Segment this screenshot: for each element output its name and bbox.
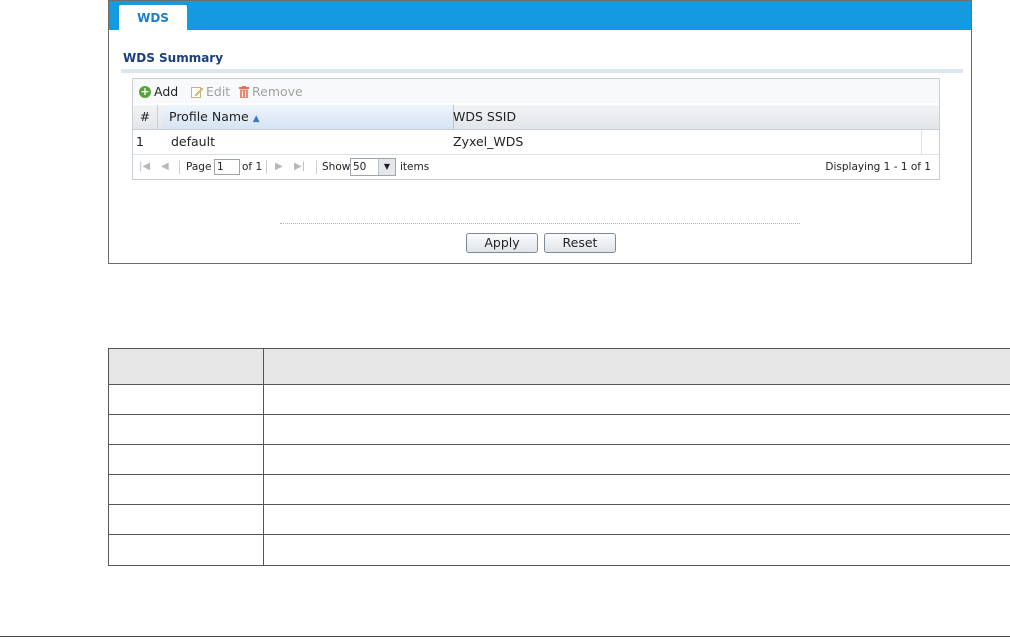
page-count-label: of 1: [242, 161, 263, 173]
wds-grid: + Add Edit Remove # Profile Name ▲ WDS S…: [132, 78, 940, 180]
grid-toolbar: + Add Edit Remove: [133, 79, 939, 103]
items-label: items: [400, 161, 430, 173]
tab-wds[interactable]: WDS: [119, 5, 187, 30]
page-number-input[interactable]: 1: [214, 159, 240, 175]
next-page-icon[interactable]: ▶: [275, 155, 283, 179]
pager-separator: [266, 160, 267, 174]
wds-panel: WDS WDS Summary + Add Edit Remove # Prof…: [108, 0, 972, 264]
section-title: WDS Summary: [123, 51, 224, 65]
tab-bar: WDS: [109, 1, 971, 30]
remove-button[interactable]: Remove: [239, 84, 303, 99]
show-label: Show: [322, 161, 351, 173]
button-divider: [280, 223, 800, 224]
row-wds-ssid: Zyxel_WDS: [453, 134, 524, 149]
grid-pager: |◀ ◀ Page 1 of 1 ▶ ▶| Show 50 ▼ items Di…: [133, 155, 939, 179]
page-size-select[interactable]: 50 ▼: [350, 158, 396, 176]
column-header-wds-ssid[interactable]: WDS SSID: [453, 105, 516, 129]
sort-ascending-icon: ▲: [252, 114, 260, 124]
add-label: Add: [154, 84, 179, 99]
add-icon: +: [139, 84, 151, 98]
chevron-down-icon: ▼: [378, 159, 395, 175]
last-page-icon[interactable]: ▶|: [294, 155, 305, 179]
row-divider: [109, 534, 1010, 535]
page-size-value: 50: [353, 161, 367, 173]
row-number: 1: [136, 134, 144, 149]
row-divider: [109, 444, 1010, 445]
row-divider: [109, 504, 1010, 505]
remove-label: Remove: [252, 84, 303, 99]
row-profile-name: default: [171, 134, 215, 149]
column-header-number[interactable]: #: [133, 105, 158, 129]
displaying-status: Displaying 1 - 1 of 1: [825, 161, 931, 173]
trash-icon: [239, 85, 249, 98]
page-label: Page: [186, 161, 212, 173]
edit-label: Edit: [206, 84, 231, 99]
table-row[interactable]: 1 default Zyxel_WDS: [133, 130, 939, 155]
row-divider: [109, 474, 1010, 475]
page-footer-rule: [0, 636, 1010, 637]
column-header-profile-label: Profile Name: [169, 109, 249, 124]
add-button[interactable]: + Add: [139, 84, 178, 99]
column-header-profile-name[interactable]: Profile Name ▲: [163, 105, 454, 129]
edit-button[interactable]: Edit: [191, 84, 230, 99]
row-scroll-gutter: [921, 130, 922, 154]
grid-header: # Profile Name ▲ WDS SSID: [133, 105, 939, 130]
description-table-header: [109, 349, 1010, 385]
prev-page-icon[interactable]: ◀: [161, 155, 169, 179]
row-divider: [109, 414, 1010, 415]
column-divider: [263, 349, 264, 565]
edit-icon: [191, 86, 203, 98]
field-description-table: [108, 348, 1010, 566]
pager-separator: [316, 160, 317, 174]
section-divider: [121, 69, 963, 73]
reset-button[interactable]: Reset: [544, 233, 616, 253]
pager-separator: [179, 160, 180, 174]
apply-button[interactable]: Apply: [466, 233, 538, 253]
first-page-icon[interactable]: |◀: [139, 155, 150, 179]
